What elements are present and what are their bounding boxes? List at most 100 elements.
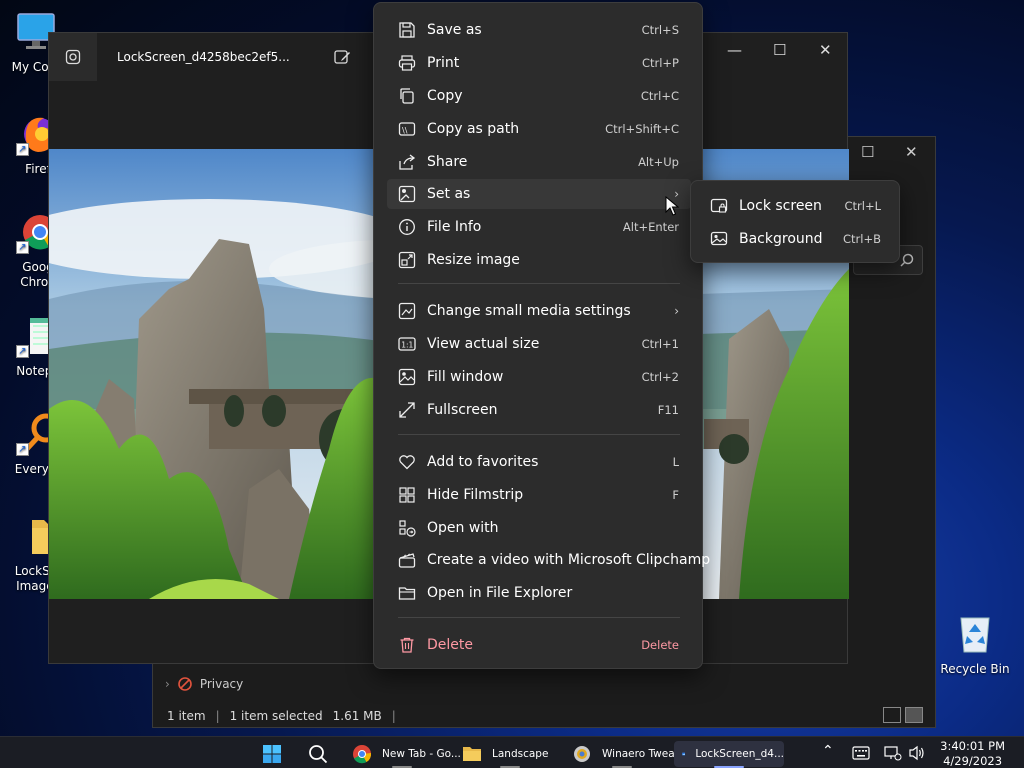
search-icon — [309, 745, 328, 764]
desktop-icon-label: Firef — [25, 162, 51, 176]
save-icon — [399, 22, 415, 38]
menu-item-set-as[interactable]: Set as › — [387, 179, 691, 209]
status-bar: 1 item | 1 item selected 1.61 MB | — [167, 709, 396, 723]
volume-icon[interactable] — [908, 745, 926, 761]
taskbar-app-winaero[interactable]: Winaero Twea... — [572, 741, 685, 767]
menu-separator — [398, 434, 680, 435]
set-as-icon — [398, 185, 416, 203]
menu-item-hide-filmstrip[interactable]: Hide Filmstrip F — [387, 480, 691, 510]
menu-item-shortcut: Ctrl+1 — [641, 337, 679, 351]
close-button[interactable]: ✕ — [819, 41, 832, 59]
menu-item-copy[interactable]: Copy Ctrl+C — [387, 81, 691, 111]
menu-item-shortcut: Ctrl+Shift+C — [605, 122, 679, 136]
actual-size-icon: 1:1 — [398, 337, 416, 351]
folder-icon — [398, 587, 416, 600]
maximize-button[interactable]: ☐ — [773, 41, 786, 59]
menu-item-change-small-media-settings[interactable]: Change small media settings › — [387, 296, 691, 326]
menu-item-label: Fullscreen — [427, 402, 498, 418]
menu-item-view-actual-size[interactable]: 1:1 View actual size Ctrl+1 — [387, 329, 691, 359]
menu-item-print[interactable]: Print Ctrl+P — [387, 48, 691, 78]
folder-icon — [463, 747, 481, 761]
menu-item-resize-image[interactable]: Resize image — [387, 245, 691, 275]
menu-item-add-to-favorites[interactable]: Add to favorites L — [387, 447, 691, 477]
svg-text:1:1: 1:1 — [401, 341, 413, 350]
status-item-count: 1 item — [167, 709, 206, 723]
submenu-item-label: Background — [739, 231, 823, 247]
menu-item-shortcut: Delete — [641, 638, 679, 652]
menu-separator — [398, 283, 680, 284]
status-selected: 1 item selected — [229, 709, 323, 723]
taskbar-app-landscape-folder[interactable]: Landscape — [462, 741, 548, 767]
menu-item-label: Copy — [427, 88, 463, 104]
maximize-button[interactable]: ☐ — [861, 143, 874, 161]
set-as-submenu: Lock screen Ctrl+L Background Ctrl+B — [690, 180, 900, 263]
menu-item-save-as[interactable]: Save as Ctrl+S — [387, 15, 691, 45]
taskbar-app-chrome[interactable]: New Tab - Go... — [352, 741, 461, 767]
menu-item-label: Open in File Explorer — [427, 585, 573, 601]
desktop-icon-label: Recycle Bin — [940, 662, 1010, 676]
menu-item-label: Copy as path — [427, 121, 520, 137]
menu-item-shortcut: Ctrl+2 — [641, 370, 679, 384]
menu-item-delete[interactable]: Delete Delete — [387, 630, 691, 660]
show-hidden-icons-chevron-icon[interactable]: ⌃ — [822, 743, 834, 759]
menu-item-fullscreen[interactable]: Fullscreen F11 — [387, 395, 691, 425]
submenu-item-lock-screen[interactable]: Lock screen Ctrl+L — [699, 191, 893, 221]
status-size: 1.61 MB — [332, 709, 382, 723]
copy-path-icon: \\ — [398, 122, 416, 136]
system-clock[interactable]: 3:40:01 PM 4/29/2023 — [940, 739, 1005, 768]
taskbar-app-photos[interactable]: LockScreen_d4... — [674, 741, 784, 767]
nav-item-privacy[interactable]: › Privacy — [165, 677, 243, 691]
copy-icon — [400, 88, 414, 104]
menu-item-file-info[interactable]: File Info Alt+Enter — [387, 212, 691, 242]
view-toggle — [883, 707, 923, 723]
search-button[interactable] — [308, 741, 328, 767]
keyboard-icon[interactable] — [852, 746, 870, 760]
menu-item-open-with[interactable]: Open with — [387, 513, 691, 543]
menu-separator — [398, 617, 680, 618]
menu-item-share[interactable]: Share Alt+Up — [387, 147, 691, 177]
background-icon — [710, 231, 728, 246]
menu-item-label: Open with — [427, 520, 499, 536]
menu-item-shortcut: Ctrl+P — [641, 56, 679, 70]
submenu-item-background[interactable]: Background Ctrl+B — [699, 224, 893, 254]
close-button[interactable]: ✕ — [905, 143, 918, 161]
taskbar: New Tab - Go... Landscape Winaero Twea..… — [0, 736, 1024, 768]
photos-icon — [682, 752, 686, 756]
menu-item-copy-as-path[interactable]: \\ Copy as path Ctrl+Shift+C — [387, 114, 691, 144]
edit-image-icon[interactable] — [333, 48, 351, 66]
menu-item-label: Add to favorites — [427, 454, 539, 470]
context-menu: Save as Ctrl+S Print Ctrl+P Copy Ctrl+C … — [373, 2, 710, 669]
clock-time: 3:40:01 PM — [940, 739, 1005, 753]
start-button[interactable] — [262, 741, 282, 767]
minimize-button[interactable]: — — [727, 41, 742, 59]
menu-item-label: Share — [427, 154, 468, 170]
shortcut-arrow-icon: ↗ — [16, 345, 29, 358]
menu-item-fill-window[interactable]: Fill window Ctrl+2 — [387, 362, 691, 392]
menu-item-shortcut: Alt+Enter — [622, 220, 679, 234]
details-view-button[interactable] — [883, 707, 901, 723]
photos-app-icon — [49, 33, 97, 81]
trash-icon — [400, 637, 414, 653]
menu-item-label: Hide Filmstrip — [427, 487, 524, 503]
clock-date: 4/29/2023 — [943, 754, 1003, 768]
media-settings-icon — [398, 302, 416, 320]
heart-icon — [399, 455, 415, 470]
menu-item-label: Resize image — [427, 252, 520, 268]
chevron-right-icon: › — [674, 304, 679, 318]
tiles-view-button[interactable] — [905, 707, 923, 723]
taskbar-app-label: Landscape — [492, 748, 549, 760]
resize-icon — [398, 251, 416, 269]
clipchamp-icon — [398, 553, 416, 568]
network-icon[interactable] — [884, 745, 902, 761]
shortcut-arrow-icon: ↗ — [16, 143, 29, 156]
taskbar-app-label: Winaero Twea... — [602, 748, 685, 760]
svg-text:\\: \\ — [402, 126, 408, 135]
lock-screen-icon — [710, 198, 728, 213]
desktop-icon-recycle-bin[interactable]: Recycle Bin — [938, 612, 1012, 677]
menu-item-create-video-clipchamp[interactable]: Create a video with Microsoft Clipchamp — [387, 545, 710, 575]
windows-logo-icon — [263, 745, 281, 763]
shortcut-arrow-icon: ↗ — [16, 443, 29, 456]
privacy-icon — [178, 677, 192, 691]
menu-item-open-in-file-explorer[interactable]: Open in File Explorer — [387, 578, 691, 608]
filmstrip-icon — [399, 487, 415, 503]
